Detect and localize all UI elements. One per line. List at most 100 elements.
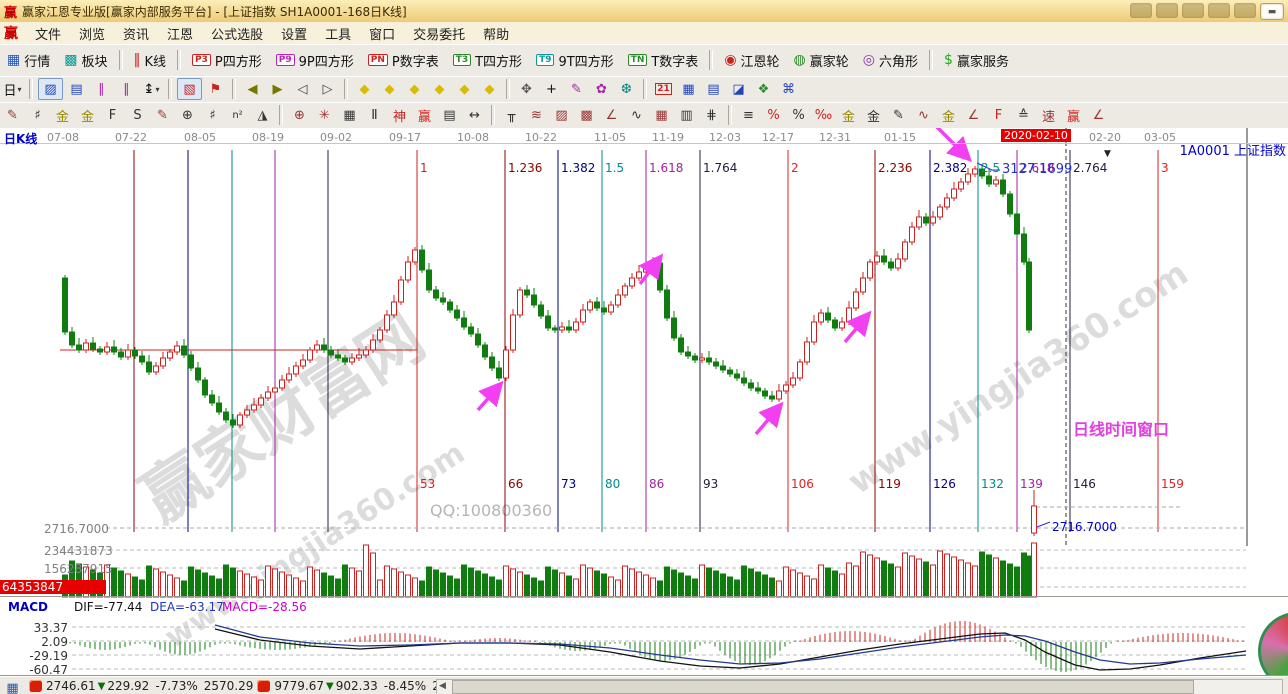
toolbar-main-P数字表[interactable]: PNP数字表 [361,47,446,73]
draw-gold-levels[interactable]: 金 [862,105,885,125]
draw-permille[interactable]: ‰ [812,105,835,125]
draw-gold-line[interactable]: 金 [937,105,960,125]
toolbar-main-板块[interactable]: ▩板块 [57,47,114,73]
draw-dense-grid[interactable]: ▩ [575,105,598,125]
draw-fib-tool[interactable]: F [101,105,124,125]
toolbar-main-T数字表[interactable]: TNT数字表 [621,47,706,73]
scroll-left-icon[interactable]: ◀ [439,681,446,694]
draw-compass[interactable]: ⊕ [288,105,311,125]
tool-draw-pen[interactable]: ✎ [565,79,588,99]
draw-a-wave[interactable]: ∿ [912,105,935,125]
draw-angle-tool[interactable]: ∠ [600,105,623,125]
draw-matrix-grid[interactable]: ▦ [650,105,673,125]
tool-prev-bar[interactable]: ◁ [291,79,314,99]
tool-p9-chart[interactable]: ∥ [115,79,138,99]
draw-shen-tool[interactable]: 神 [388,105,411,125]
tool-scale-select[interactable]: ↨▾ [140,79,163,99]
draw-angle-tri[interactable]: ◮ [251,105,274,125]
chart-area[interactable]: 赢家财富网 www.yingjia360.com www.yingjia360.… [0,128,1288,676]
window-button-3[interactable] [1182,3,1204,18]
scrollbar-thumb[interactable] [452,680,1194,694]
sh-index-value[interactable]: 2746.61 [46,679,96,693]
draw-percent-red[interactable]: % [762,105,785,125]
draw-gold-ratio-1[interactable]: 金 [51,105,74,125]
tool-last-page[interactable]: ▶ [266,79,289,99]
draw-four-angle[interactable]: ∠ [1087,105,1110,125]
draw-hash-grid[interactable]: ♯ [201,105,224,125]
tool-kline-mode[interactable]: ▧ [177,78,202,100]
tool-save[interactable]: ◪ [727,79,750,99]
draw-square-n[interactable]: n² [226,105,249,125]
sz-index-value[interactable]: 9779.67 [274,679,324,693]
tool-chart-mode[interactable]: ▨ [38,78,63,100]
toolbar-main-行情[interactable]: ▦行情 [0,47,57,73]
tool-period-select[interactable]: 日▾ [1,79,24,99]
draw-pen-dark[interactable]: ✎ [887,105,910,125]
menu-item-1[interactable]: 浏览 [70,22,114,44]
menu-item-9[interactable]: 帮助 [474,22,518,44]
draw-star-wheel[interactable]: ✳ [313,105,336,125]
tool-gann-angle-all[interactable]: ◆ [478,79,501,99]
draw-square-grid[interactable]: ▦ [338,105,361,125]
tool-snow-tool[interactable]: ❆ [615,79,638,99]
draw-wave-tool[interactable]: ∿ [625,105,648,125]
tool-gann-angle-both[interactable]: ◆ [403,79,426,99]
menu-item-2[interactable]: 资讯 [114,22,158,44]
draw-j-angle[interactable]: ∠ [962,105,985,125]
draw-levels[interactable]: ≡ [737,105,760,125]
draw-win-angle[interactable]: 赢 [1062,105,1085,125]
draw-win-tool[interactable]: 赢 [413,105,436,125]
tool-rose-tool[interactable]: ✿ [590,79,613,99]
draw-spiral[interactable]: S [126,105,149,125]
draw-shade-grid[interactable]: ▨ [550,105,573,125]
menu-item-3[interactable]: 江恩 [158,22,202,44]
toolbar-main-六角形[interactable]: ◎六角形 [856,47,925,73]
tool-calculator[interactable]: ▦ [677,79,700,99]
toolbar-main-赢家轮[interactable]: ◍赢家轮 [787,47,856,73]
tool-remote[interactable]: ⌘ [777,79,800,99]
menu-item-5[interactable]: 设置 [272,22,316,44]
draw-frame-tool[interactable]: ╥ [500,105,523,125]
toolbar-main-赢家服务[interactable]: $赢家服务 [937,47,1016,73]
draw-gann-circle[interactable]: ⊕ [176,105,199,125]
tool-gann-angle-left[interactable]: ◆ [353,79,376,99]
tool-notes[interactable]: ▤ [702,79,725,99]
draw-ruler-123[interactable]: ▤ [438,105,461,125]
window-button-4[interactable] [1208,3,1230,18]
tool-pan-hand[interactable]: ✥ [515,79,538,99]
tool-gann-angle-in[interactable]: ◆ [428,79,451,99]
draw-pillars[interactable]: Ⅱ [363,105,386,125]
tool-calendar[interactable]: 21 [652,79,675,99]
toolbar-main-9P四方形[interactable]: P99P四方形 [269,47,361,73]
draw-col-grid[interactable]: ▥ [675,105,698,125]
draw-span-arrows[interactable]: ↔ [463,105,486,125]
tool-flag-tool[interactable]: ⚑ [204,79,227,99]
toolbar-main-K线[interactable]: ‖K线 [127,47,174,73]
window-button-2[interactable] [1156,3,1178,18]
tool-crosshair[interactable]: + [540,79,563,99]
draw-hatch[interactable]: ⋕ [700,105,723,125]
toolbar-main-T四方形[interactable]: T3T四方形 [446,47,529,73]
draw-eq-angle[interactable]: ≙ [1012,105,1035,125]
window-button-1[interactable] [1130,3,1152,18]
menu-item-7[interactable]: 窗口 [360,22,404,44]
tool-gann-angle-right[interactable]: ◆ [378,79,401,99]
tool-gann-angle-up[interactable]: ◆ [453,79,476,99]
draw-percent[interactable]: % [787,105,810,125]
toolbar-main-江恩轮[interactable]: ◉江恩轮 [717,47,786,73]
toolbar-main-P四方形[interactable]: P3P四方形 [185,47,269,73]
quotes-grid-icon[interactable]: ▦ [1,678,24,694]
draw-pencil-2[interactable]: ✎ [151,105,174,125]
symbol-dropdown-icon[interactable]: ▼ [1104,149,1111,159]
menu-item-8[interactable]: 交易委托 [404,22,474,44]
horizontal-scrollbar[interactable]: ◀ [436,679,1283,694]
draw-grid-lines[interactable]: ♯ [26,105,49,125]
menu-item-0[interactable]: 文件 [26,22,70,44]
menu-item-6[interactable]: 工具 [316,22,360,44]
draw-gold-circle[interactable]: 金 [837,105,860,125]
tool-first-page[interactable]: ◀ [241,79,264,99]
draw-fan-lines[interactable]: ≋ [525,105,548,125]
draw-pencil[interactable]: ✎ [1,105,24,125]
minimize-button[interactable]: ▬ [1260,3,1284,20]
draw-f-angle[interactable]: F [987,105,1010,125]
